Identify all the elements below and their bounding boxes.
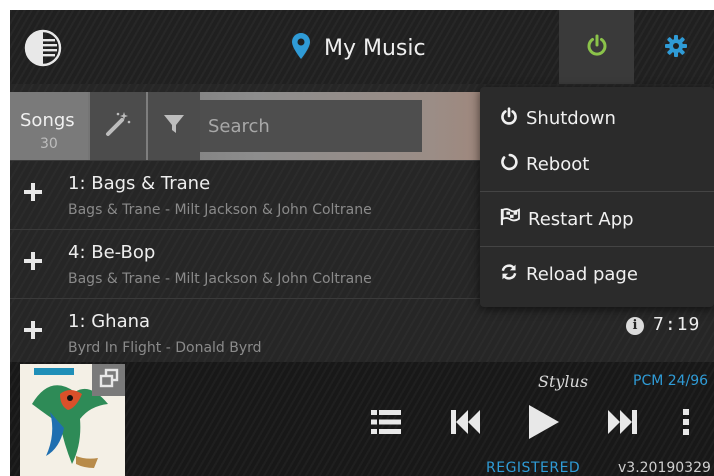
top-bar: My Music [10,10,714,84]
add-icon[interactable] [24,252,42,270]
power-icon [500,106,518,130]
menu-divider [480,246,714,247]
expand-cover-button[interactable] [92,364,125,396]
brand-logo-text: Stylus [538,372,589,391]
queue-button[interactable] [368,406,404,442]
song-row[interactable]: 1: Ghana Byrd In Flight - Donald Byrd i … [10,298,714,366]
song-subtitle: Bags & Trane - Milt Jackson & John Coltr… [68,271,372,287]
page-title-group[interactable]: My Music [292,32,426,64]
filter-icon [163,113,185,139]
menu-item-label: Reload page [526,263,638,285]
song-duration: 7:19 [653,314,701,335]
app-root: My Music Songs 30 Search 1: Bags & Trane… [10,10,714,476]
power-menu: Shutdown Reboot Restart App Reload page [480,87,714,307]
menu-item-label: Reboot [526,153,590,175]
next-button[interactable] [602,406,642,442]
info-icon[interactable]: i [626,317,644,335]
menu-item-restart-app[interactable]: Restart App [500,204,634,234]
menu-item-reboot[interactable]: Reboot [500,149,589,179]
add-icon[interactable] [24,183,42,201]
power-menu-button[interactable] [559,10,634,84]
skip-back-icon [451,410,481,438]
queue-list-icon [371,410,401,438]
version-label: v3.20190329 [618,460,711,476]
menu-divider [480,191,714,192]
song-subtitle: Bags & Trane - Milt Jackson & John Coltr… [68,202,372,218]
song-title: 1: Bags & Trane [68,173,211,194]
songs-view-button[interactable]: Songs 30 [10,92,88,160]
search-input[interactable] [200,100,422,152]
audio-format: PCM 24/96 [633,373,709,389]
songs-label: Songs [20,110,75,131]
play-button[interactable] [524,405,564,443]
previous-button[interactable] [446,406,486,442]
circle-notch-icon [500,153,518,176]
skip-forward-icon [607,410,637,438]
registration-status: REGISTERED [486,460,581,476]
page-title: My Music [324,35,426,61]
song-title: 4: Be-Bop [68,242,156,263]
magic-wand-icon [105,111,131,141]
song-subtitle: Byrd In Flight - Donald Byrd [68,340,262,356]
flag-checkered-icon [500,207,520,231]
sync-icon [500,263,518,286]
location-pin-icon [292,33,310,63]
menu-item-reload-page[interactable]: Reload page [500,259,638,289]
more-vertical-icon [682,409,690,439]
window-restore-icon [99,368,119,392]
player-bar: Stylus PCM 24/96 REGISTERED v3.20190329 [10,362,714,476]
power-icon [586,34,608,60]
vinyl-logo-icon[interactable] [24,29,62,67]
song-title: 1: Ghana [68,311,151,332]
settings-button[interactable] [658,32,694,64]
play-icon [529,405,559,443]
gear-icon [665,35,687,61]
magic-wand-button[interactable] [90,92,146,160]
add-icon[interactable] [24,321,42,339]
more-options-button[interactable] [674,406,698,442]
songs-count: 30 [40,136,58,152]
menu-item-label: Restart App [528,208,634,230]
filter-button[interactable] [148,92,200,160]
menu-item-label: Shutdown [526,107,616,129]
menu-item-shutdown[interactable]: Shutdown [500,103,616,133]
